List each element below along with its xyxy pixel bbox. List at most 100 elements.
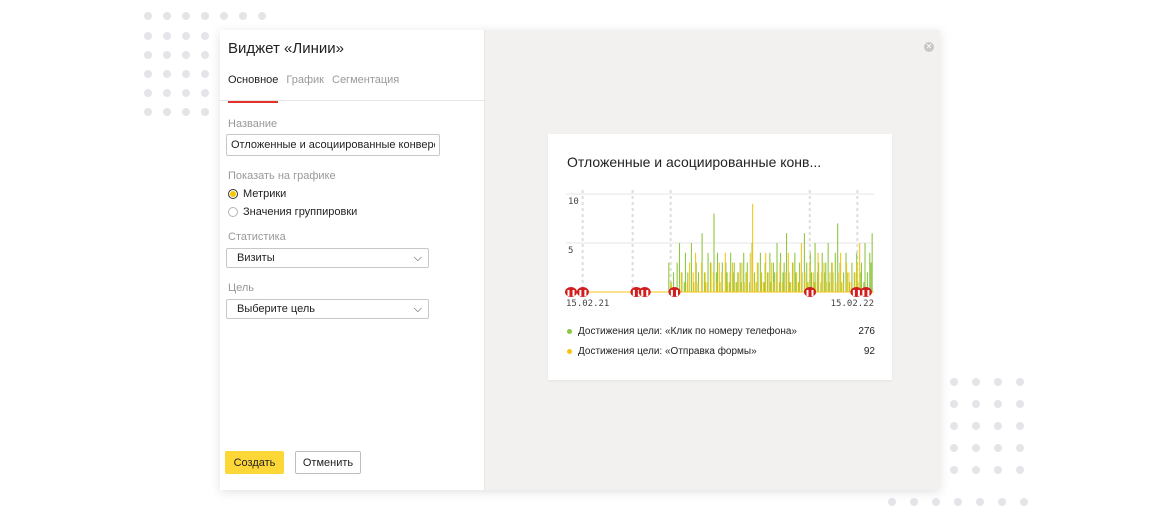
bar-form-submit <box>716 282 718 292</box>
bar-form-submit <box>762 282 764 292</box>
annotation-marker-glyph: ❚❚ <box>578 290 588 297</box>
radio-grouping-values[interactable]: Значения группировки <box>228 206 357 218</box>
dot <box>201 89 209 97</box>
dot <box>950 444 958 452</box>
bar-form-submit <box>840 252 842 292</box>
bar-phone-click <box>733 262 735 292</box>
bar-phone-click <box>739 262 741 292</box>
bar-form-submit <box>731 262 733 292</box>
bar-form-submit <box>756 262 758 292</box>
bar-form-submit <box>771 262 773 292</box>
bar-form-submit <box>817 252 819 292</box>
radio-metrics[interactable]: Метрики <box>228 188 286 200</box>
dot <box>1016 444 1024 452</box>
dot <box>972 466 980 474</box>
bar-form-submit <box>796 272 798 292</box>
dot <box>1020 498 1028 506</box>
statistic-value: Визиты <box>237 252 275 264</box>
legend-value: 92 <box>863 346 875 357</box>
legend-item-phone-click: Достижения цели: «Клик по номеру телефон… <box>567 326 875 337</box>
chevron-down-icon: ⌵ <box>413 303 422 315</box>
dot <box>972 422 980 430</box>
dot <box>950 378 958 386</box>
legend-item-form-submit: Достижения цели: «Отправка формы» 92 <box>567 346 875 357</box>
dot <box>144 89 152 97</box>
bar-form-submit <box>760 272 762 292</box>
bar-form-submit <box>848 272 850 292</box>
bar-form-submit <box>767 272 769 292</box>
bar-form-submit <box>787 252 789 292</box>
dot <box>182 51 190 59</box>
bar-form-submit <box>729 272 731 292</box>
bar-form-submit <box>823 262 825 292</box>
bar-form-submit <box>737 272 739 292</box>
bar-form-submit <box>706 282 708 292</box>
decorative-dots-bottom <box>888 498 1028 506</box>
dot <box>932 498 940 506</box>
tab-main[interactable]: Основное <box>228 74 279 103</box>
bar-phone-click <box>769 252 771 292</box>
dot <box>1016 400 1024 408</box>
bar-form-submit <box>710 262 712 292</box>
settings-tabs: Основное График Сегментация <box>228 74 399 103</box>
bar-phone-click <box>870 262 872 292</box>
tab-segmentation[interactable]: Сегментация <box>332 74 399 103</box>
dot <box>182 32 190 40</box>
dot <box>972 400 980 408</box>
dot <box>239 12 247 20</box>
dot <box>182 12 190 20</box>
bar-phone-click <box>678 243 681 292</box>
bar-form-submit <box>680 272 682 292</box>
legend-yellow-dot-icon <box>567 349 572 354</box>
annotation-marker-glyph: ❚❚ <box>640 290 650 297</box>
dot <box>201 70 209 78</box>
dot <box>144 32 152 40</box>
dot <box>163 12 171 20</box>
radio-checked-icon <box>228 189 238 199</box>
create-button[interactable]: Создать <box>225 451 284 474</box>
dot <box>201 32 209 40</box>
goal-label: Цель <box>228 282 255 294</box>
bar-form-submit <box>743 282 745 292</box>
close-icon[interactable]: ✕ <box>924 42 934 52</box>
bar-phone-click <box>794 252 796 292</box>
dot <box>201 51 209 59</box>
dot <box>144 108 152 116</box>
bar-form-submit <box>846 262 848 292</box>
bar-form-submit <box>712 272 714 292</box>
legend-name: Достижения цели: «Отправка формы» <box>578 346 757 357</box>
bar-form-submit <box>790 282 792 292</box>
dot <box>976 498 984 506</box>
bar-phone-click <box>668 262 670 292</box>
statistic-select[interactable]: Визиты ⌵ <box>226 248 429 268</box>
bar-form-submit <box>741 262 743 292</box>
cancel-button[interactable]: Отменить <box>295 451 361 474</box>
dot <box>258 12 266 20</box>
dot <box>144 12 152 20</box>
radio-unchecked-icon <box>228 207 238 217</box>
radio-metrics-label: Метрики <box>243 188 287 200</box>
tab-chart[interactable]: График <box>286 74 324 103</box>
bar-form-submit <box>754 282 756 292</box>
annotation-marker-glyph: ❚❚ <box>669 290 679 297</box>
tabs-divider <box>220 100 484 101</box>
goal-value: Выберите цель <box>237 303 315 315</box>
bar-form-submit <box>700 262 703 292</box>
dot <box>994 400 1002 408</box>
bar-form-submit <box>859 243 861 292</box>
dot <box>910 498 918 506</box>
bar-phone-click <box>684 252 686 292</box>
bar-phone-click <box>783 262 785 292</box>
dot <box>994 378 1002 386</box>
bar-form-submit <box>746 272 748 292</box>
dot <box>163 89 171 97</box>
x-tick-label-end: 15.02.22 <box>831 299 874 309</box>
dot <box>163 51 171 59</box>
dot <box>220 12 228 20</box>
bar-form-submit <box>781 282 783 292</box>
goal-select[interactable]: Выберите цель ⌵ <box>226 299 429 319</box>
name-input[interactable] <box>226 134 440 156</box>
settings-panel: Виджет «Линии» Основное График Сегментац… <box>220 30 485 490</box>
decorative-dots-left <box>144 32 209 116</box>
dot <box>201 12 209 20</box>
